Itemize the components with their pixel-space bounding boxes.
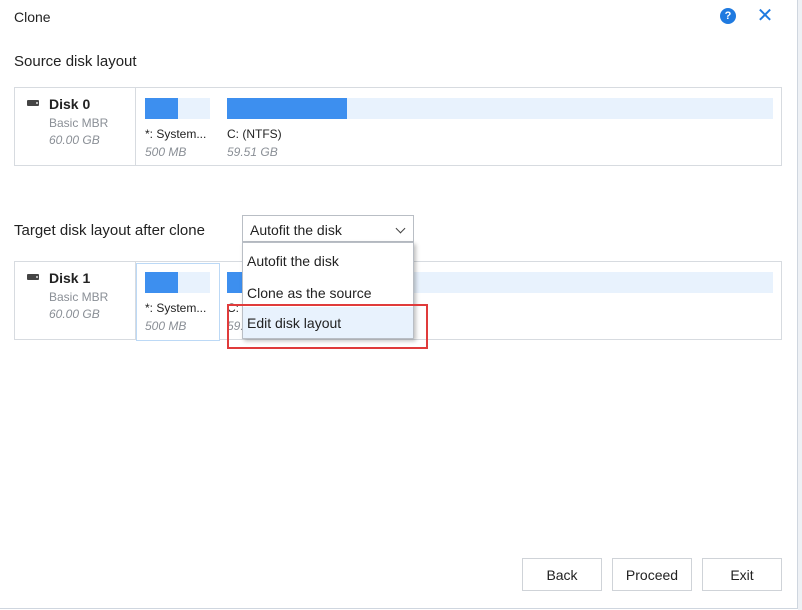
target-disk-type: Basic MBR (49, 290, 109, 304)
source-disk-size: 60.00 GB (49, 133, 100, 147)
source-partition-c-label: C: (NTFS) (227, 127, 282, 141)
close-icon[interactable]: ✕ (756, 6, 774, 26)
source-partition-c-usage (227, 98, 348, 119)
source-disk-name: Disk 0 (49, 96, 91, 112)
target-partition-system-label: *: System... (145, 301, 207, 315)
layout-mode-select[interactable]: Autofit the disk (242, 215, 414, 242)
help-icon[interactable]: ? (720, 8, 736, 24)
annotation-highlight-box (227, 304, 428, 349)
source-partition-system-size: 500 MB (145, 145, 187, 159)
layout-mode-value: Autofit the disk (250, 222, 342, 238)
target-partition-system-usage (145, 272, 178, 293)
source-disk-type: Basic MBR (49, 116, 109, 130)
source-partition-system-label: *: System... (145, 127, 207, 141)
hard-disk-icon (27, 100, 39, 106)
hard-disk-icon (27, 274, 39, 280)
target-disk-name: Disk 1 (49, 270, 91, 286)
option-label: Clone as the source (247, 285, 372, 301)
clone-dialog: Clone ? ✕ Source disk layout Disk 0 Basi… (0, 0, 798, 609)
option-label: Autofit the disk (247, 253, 339, 269)
option-autofit-the-disk[interactable]: Autofit the disk (243, 245, 413, 276)
source-disk-info: Disk 0 Basic MBR 60.00 GB (15, 88, 136, 165)
source-partition-system-bar[interactable] (145, 98, 210, 119)
chevron-down-icon (395, 223, 406, 234)
back-button[interactable]: Back (522, 558, 602, 591)
source-disk-panel: Disk 0 Basic MBR 60.00 GB *: System... 5… (14, 87, 782, 166)
source-partition-c-size: 59.51 GB (227, 145, 278, 159)
target-layout-heading: Target disk layout after clone (14, 222, 205, 239)
dialog-title: Clone (14, 9, 51, 25)
source-layout-heading: Source disk layout (14, 53, 137, 70)
source-partition-system-usage (145, 98, 178, 119)
target-disk-info: Disk 1 Basic MBR 60.00 GB (15, 262, 136, 339)
exit-button[interactable]: Exit (702, 558, 782, 591)
source-partition-c-bar[interactable] (227, 98, 773, 119)
target-partition-system-size: 500 MB (145, 319, 187, 333)
proceed-button[interactable]: Proceed (612, 558, 692, 591)
background-window-edge (798, 0, 802, 610)
target-disk-size: 60.00 GB (49, 307, 100, 321)
target-partition-system-bar[interactable] (145, 272, 210, 293)
